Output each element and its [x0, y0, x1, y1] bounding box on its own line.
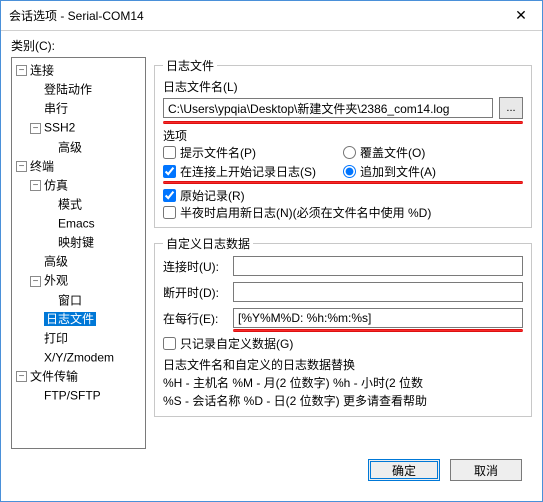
tree-appearance[interactable]: −外观 窗口 — [30, 271, 145, 309]
tree-login-actions[interactable]: 登陆动作 — [30, 80, 145, 99]
append-to-file-radio[interactable]: 追加到文件(A) — [343, 163, 523, 180]
tree-serial[interactable]: 串行 — [30, 99, 145, 118]
tree-ssh2[interactable]: −SSH2 高级 — [30, 118, 145, 156]
logfile-path-input[interactable] — [163, 98, 493, 118]
tree-terminal[interactable]: −终端 −仿真 模式 Emacs 映射键 高级 −外观 — [16, 157, 145, 367]
tree-connection[interactable]: −连接 登陆动作 串行 −SSH2 高级 — [16, 61, 145, 157]
tree-window[interactable]: 窗口 — [44, 291, 145, 310]
on-each-line-input[interactable] — [233, 308, 523, 328]
ok-button[interactable]: 确定 — [368, 459, 440, 481]
subst-title: 日志文件名和自定义的日志数据替换 — [163, 356, 523, 374]
logfile-group: 日志文件 日志文件名(L) ... 选项 提示文件名(P) 覆盖文件(O) 在连… — [154, 57, 532, 228]
options-title: 选项 — [163, 127, 523, 144]
close-button[interactable]: ✕ — [500, 1, 542, 30]
on-connect-label: 连接时(U): — [163, 258, 233, 275]
window-title: 会话选项 - Serial-COM14 — [9, 7, 500, 24]
raw-log-checkbox[interactable]: 原始记录(R) — [163, 187, 523, 204]
tree-emulation[interactable]: −仿真 模式 Emacs 映射键 — [30, 176, 145, 253]
tree-file-transfer[interactable]: −文件传输 FTP/SFTP — [16, 367, 145, 405]
category-tree[interactable]: −连接 登陆动作 串行 −SSH2 高级 −终端 — [11, 57, 146, 449]
highlight-underline — [163, 121, 523, 124]
logfile-name-label: 日志文件名(L) — [163, 78, 523, 95]
category-label: 类别(C): — [11, 37, 532, 54]
subst-line-1: %H - 主机名 %M - 月(2 位数字) %h - 小时(2 位数 — [163, 374, 523, 392]
tree-ssh2-advanced[interactable]: 高级 — [44, 138, 145, 157]
tree-mapped-keys[interactable]: 映射键 — [44, 233, 145, 252]
on-disconnect-input[interactable] — [233, 282, 523, 302]
logfile-group-title: 日志文件 — [163, 57, 217, 74]
tree-emacs[interactable]: Emacs — [44, 214, 145, 233]
highlight-underline-2 — [163, 181, 523, 184]
cancel-button[interactable]: 取消 — [450, 459, 522, 481]
midnight-newlog-checkbox[interactable]: 半夜时启用新日志(N)(必须在文件名中使用 %D) — [163, 204, 523, 221]
subst-line-2: %S - 会话名称 %D - 日(2 位数字) 更多请查看帮助 — [163, 392, 523, 410]
overwrite-file-radio[interactable]: 覆盖文件(O) — [343, 144, 523, 161]
highlight-underline-3 — [233, 329, 523, 332]
on-each-line-label: 在每行(E): — [163, 310, 233, 327]
custom-log-title: 自定义日志数据 — [163, 235, 253, 252]
on-disconnect-label: 断开时(D): — [163, 284, 233, 301]
tree-print[interactable]: 打印 — [30, 329, 145, 348]
tree-ftpsftp[interactable]: FTP/SFTP — [30, 386, 145, 405]
tree-modes[interactable]: 模式 — [44, 195, 145, 214]
tree-logfile[interactable]: 日志文件 — [30, 310, 145, 329]
on-connect-input[interactable] — [233, 256, 523, 276]
custom-log-group: 自定义日志数据 连接时(U): 断开时(D): 在每行(E): 只记录自定义数据… — [154, 235, 532, 417]
start-on-connect-checkbox[interactable]: 在连接上开始记录日志(S) — [163, 163, 343, 180]
tree-xyzmodem[interactable]: X/Y/Zmodem — [30, 348, 145, 367]
only-custom-checkbox[interactable]: 只记录自定义数据(G) — [163, 335, 523, 352]
prompt-filename-checkbox[interactable]: 提示文件名(P) — [163, 144, 343, 161]
browse-button[interactable]: ... — [499, 97, 523, 119]
tree-terminal-advanced[interactable]: 高级 — [30, 252, 145, 271]
